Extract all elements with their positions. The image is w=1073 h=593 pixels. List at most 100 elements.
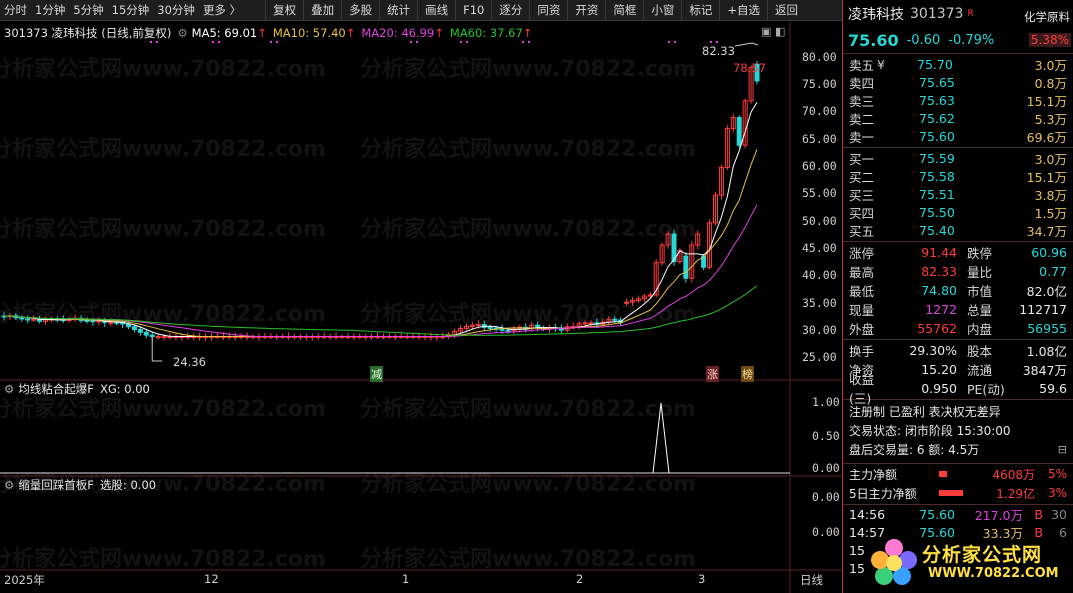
bid-book: 买一 75.59 3.0万 买二 75.58 15.1万 买三 75.51 3.8万 买四 7… xyxy=(843,149,1073,240)
y-tick: 55.00 xyxy=(802,186,837,200)
candle-body xyxy=(143,331,149,336)
stat-row: 最低 74.80 市值 82.0亿 xyxy=(849,282,1067,299)
ask-row: 卖二 75.62 5.3万 xyxy=(849,111,1067,128)
sector-change-pct: 5.38% xyxy=(1028,33,1071,47)
ask-row: 卖三 75.63 15.1万 xyxy=(849,92,1067,109)
stock-code: 301373 xyxy=(910,6,964,22)
tab-30min[interactable]: 30分钟 xyxy=(153,0,199,21)
xiaochuang-button[interactable]: 小窗 xyxy=(643,0,681,21)
flow-bar xyxy=(939,490,963,497)
add-watchlist-button[interactable]: +自选 xyxy=(719,0,767,21)
diejia-button[interactable]: 叠加 xyxy=(303,0,341,21)
sub2-header: ⚙ 缩量回踩首板F 选股: 0.00 xyxy=(4,477,156,493)
stat-row: 涨停 91.44 跌停 60.96 xyxy=(849,244,1067,261)
f10-button[interactable]: F10 xyxy=(455,0,491,21)
limit-up-marker[interactable]: 涨 xyxy=(706,366,719,382)
stat-row: 换手 29.30% 股本 1.08亿 xyxy=(849,342,1067,359)
tab-more[interactable]: 更多 〉 xyxy=(199,0,245,21)
high-marker-line xyxy=(734,42,759,47)
rank-marker[interactable]: 榜 xyxy=(741,366,754,382)
candle-body xyxy=(683,255,689,279)
tongzi-button[interactable]: 同资 xyxy=(529,0,567,21)
candle-body xyxy=(505,329,511,332)
r-badge: R xyxy=(967,9,974,19)
tab-5min[interactable]: 5分钟 xyxy=(69,0,107,21)
sub2-settings-icon[interactable]: ⚙ xyxy=(4,478,14,492)
function-buttons: 复权 叠加 多股 统计 画线 F10 逐分 同资 开资 简框 小窗 标记 +自选… xyxy=(265,0,805,21)
tab-1min[interactable]: 1分钟 xyxy=(31,0,69,21)
watermark-text: 分析家公式网www.70822.com xyxy=(0,396,326,422)
sector-name[interactable]: 化学原料 xyxy=(1024,9,1070,25)
bid-row: 买三 75.51 3.8万 xyxy=(849,186,1067,203)
x-label-jan: 1 xyxy=(402,572,410,586)
period-tabs: 分时 1分钟 5分钟 15分钟 30分钟 更多 〉 xyxy=(0,0,245,20)
watermark-text: 分析家公式网www.70822.com xyxy=(360,56,696,82)
kline-chart[interactable]: 分析家公式网www.70822.com 分析家公式网www.70822.com 分析… xyxy=(0,21,842,593)
tongji-button[interactable]: 统计 xyxy=(379,0,417,21)
reg-info: 注册制 已盈利 表决权无差异 xyxy=(849,404,1001,419)
ma20-label: MA20: 46.99 xyxy=(361,26,435,40)
kaizi-button[interactable]: 开资 xyxy=(567,0,605,21)
biaoji-button[interactable]: 标记 xyxy=(681,0,719,21)
candle-body xyxy=(84,319,90,322)
y-tick: 60.00 xyxy=(802,159,837,173)
high-price-label: 82.33 xyxy=(702,44,735,58)
settings-icon[interactable]: ⚙ xyxy=(177,26,187,40)
y-tick: 25.00 xyxy=(802,350,837,364)
expand-icon[interactable]: ⊟ xyxy=(1058,443,1067,456)
fuquan-button[interactable]: 复权 xyxy=(265,0,303,21)
last-price: 75.60 xyxy=(848,30,899,50)
ma5-label: MA5: 69.01 xyxy=(191,26,258,40)
stock-title: 凌玮科技 301373 R 化学原料 xyxy=(843,0,1073,28)
candle-body xyxy=(161,336,167,339)
main-flow-row: 主力净额 4608万 5% xyxy=(849,467,1067,482)
chart-maximize-icon[interactable]: ◧ xyxy=(775,25,785,38)
after-hours: 盘后交易量: 6 额: 4.5万 xyxy=(849,442,980,457)
x-label-mar: 3 xyxy=(698,572,706,586)
price-change: -0.60 xyxy=(906,32,941,48)
x-label-dec: 12 xyxy=(204,572,219,586)
ma60-label: MA60: 37.67 xyxy=(449,26,523,40)
candle-body xyxy=(582,322,588,325)
y-tick: 80.00 xyxy=(802,50,837,64)
candle-body xyxy=(736,117,742,146)
sub1-y-mid: 0.50 xyxy=(812,429,840,443)
candle-body xyxy=(612,318,618,321)
y-tick: 35.00 xyxy=(802,296,837,310)
period-label[interactable]: 日线 xyxy=(800,572,823,588)
y-tick: 75.00 xyxy=(802,77,837,91)
site-logo: 分析家公式网 WWW.70822.COM xyxy=(868,534,1068,588)
back-button[interactable]: 返回 xyxy=(766,0,805,21)
sub1-title: 均线粘合起爆F xyxy=(18,382,94,396)
reduce-marker[interactable]: 减 xyxy=(370,366,383,382)
quote-stats: 涨停 91.44 跌停 60.96 最高 82.33 量比 0.77 最低 74.80 市值 82… xyxy=(843,243,1073,338)
duogu-button[interactable]: 多股 xyxy=(341,0,379,21)
status-block: 注册制 已盈利 表决权无差异 交易状态: 闭市阶段 15:30:00 盘后交易量… xyxy=(843,401,1073,462)
quote-panel: 凌玮科技 301373 R 化学原料 75.60 -0.60 -0.79% 5.… xyxy=(842,0,1073,593)
ma5-arrow-icon: ↑ xyxy=(257,26,267,40)
tab-15min[interactable]: 15分钟 xyxy=(108,0,154,21)
chart-option-icon[interactable]: ▣ xyxy=(761,25,771,38)
bid-row: 买二 75.58 15.1万 xyxy=(849,168,1067,185)
y-tick: 70.00 xyxy=(802,104,837,118)
candle-body xyxy=(155,336,161,339)
candle-body xyxy=(588,322,594,325)
logo-text: 分析家公式网 xyxy=(922,544,1043,566)
candle-body xyxy=(19,317,25,320)
sub2-y-bot: 0.00 xyxy=(812,525,840,539)
bid-row: 买五 75.40 34.7万 xyxy=(849,223,1067,240)
bid-row: 买四 75.50 1.5万 xyxy=(849,205,1067,222)
quote-stats-2: 换手 29.30% 股本 1.08亿 净资 15.20 流通 3847万 收益(三) 0.95… xyxy=(843,341,1073,407)
tab-fenshi[interactable]: 分时 xyxy=(0,0,31,21)
zhufen-button[interactable]: 逐分 xyxy=(491,0,529,21)
huaxian-button[interactable]: 画线 xyxy=(417,0,455,21)
ask-row: 卖四 75.65 0.8万 xyxy=(849,74,1067,91)
jiankuang-button[interactable]: 简框 xyxy=(605,0,643,21)
candle-body xyxy=(31,318,37,321)
tick-row: 14:56 75.60 217.0万 B 30 xyxy=(849,507,1067,524)
flow-bar xyxy=(939,471,947,478)
ma10-label: MA10: 57.40 xyxy=(272,26,346,40)
sub1-settings-icon[interactable]: ⚙ xyxy=(4,382,14,396)
watermark-text: 分析家公式网www.70822.com xyxy=(360,471,696,497)
signal-dot xyxy=(716,41,718,43)
